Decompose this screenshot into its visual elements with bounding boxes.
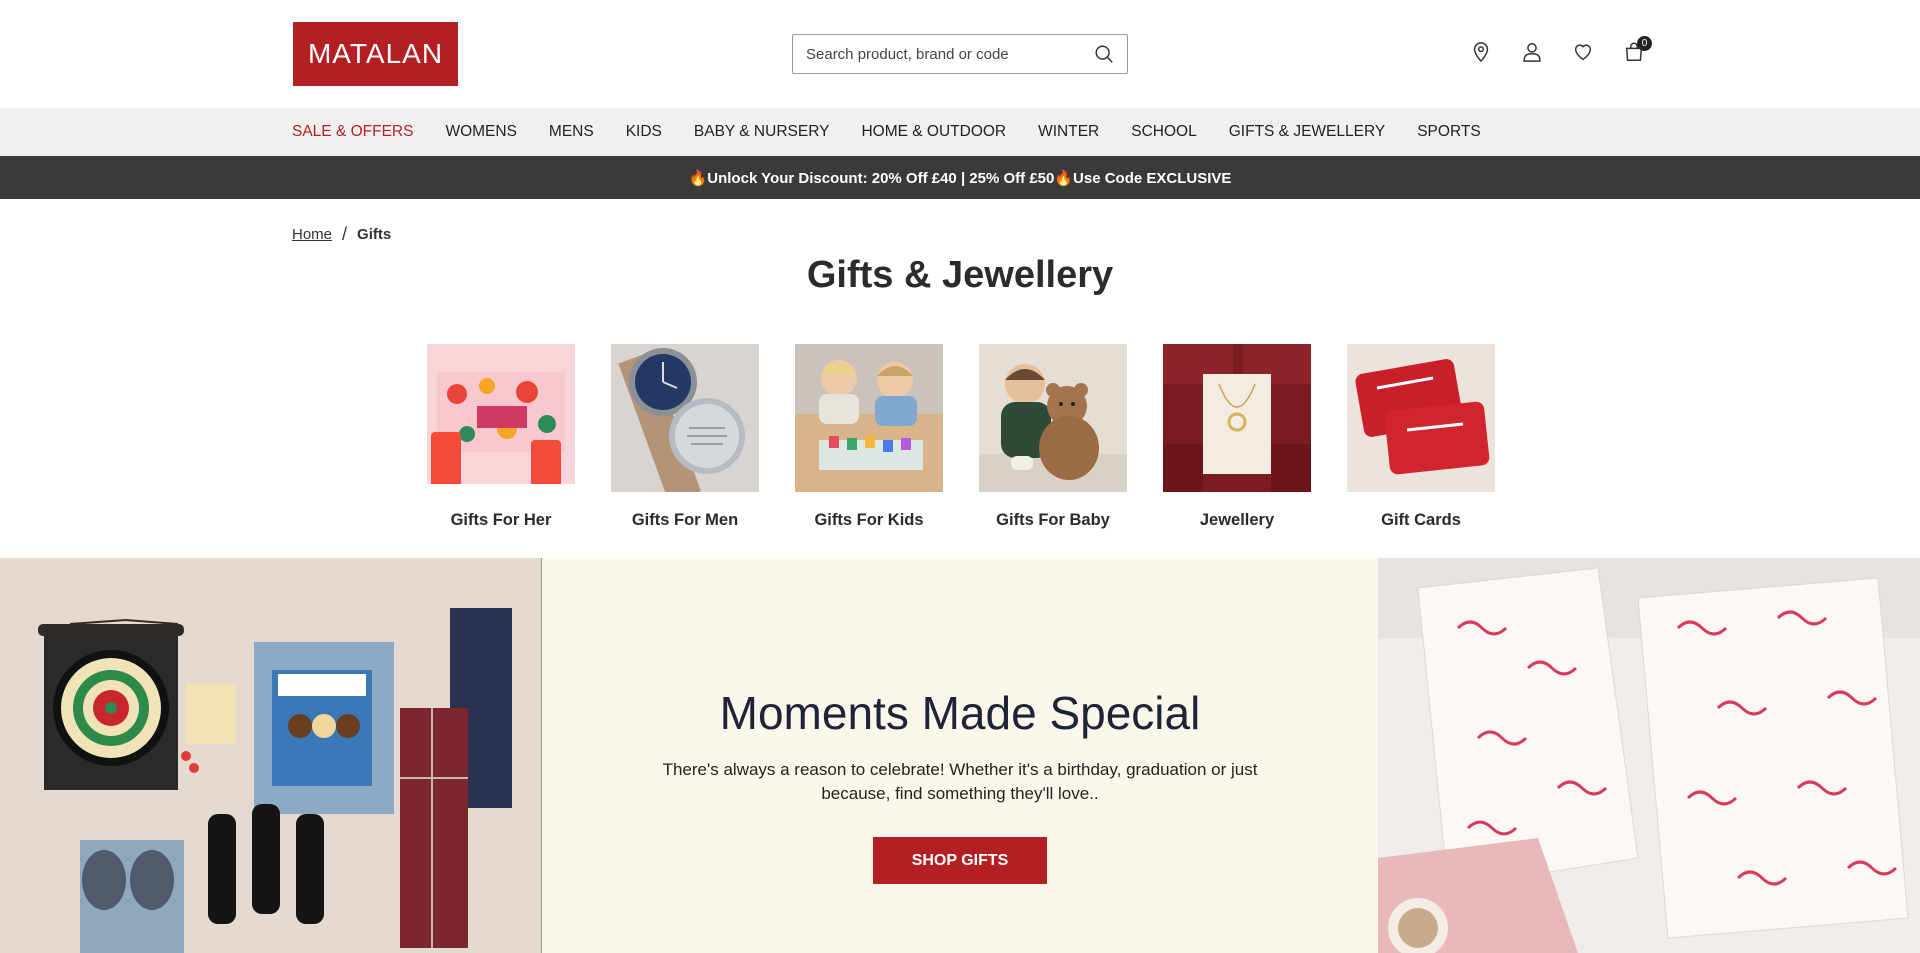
hero-banner: Moments Made Special There's always a re…: [0, 558, 1920, 953]
search-icon[interactable]: [1093, 43, 1115, 65]
category-tiles: Gifts For Her Gifts For Men Gifts For Ki…: [427, 344, 1495, 530]
category-label[interactable]: Gift Cards: [1381, 511, 1461, 530]
category-gifts-for-kids[interactable]: Gifts For Kids: [795, 344, 943, 530]
store-locator-icon[interactable]: [1470, 40, 1492, 64]
nav-item-gifts-jewellery[interactable]: GIFTS & JEWELLERY: [1229, 123, 1385, 141]
nav-item-womens[interactable]: WOMENS: [445, 123, 516, 141]
page-title: Gifts & Jewellery: [806, 254, 1114, 296]
category-gifts-for-baby[interactable]: Gifts For Baby: [979, 344, 1127, 530]
nav-item-winter[interactable]: WINTER: [1038, 123, 1099, 141]
search-box[interactable]: Search product, brand or code: [792, 34, 1128, 74]
hero-description: There's always a reason to celebrate! Wh…: [662, 760, 1258, 803]
jewellery-image[interactable]: [1163, 344, 1311, 492]
nav-item-home-outdoor[interactable]: HOME & OUTDOOR: [861, 123, 1006, 141]
category-label[interactable]: Jewellery: [1200, 511, 1274, 530]
breadcrumb-home-link[interactable]: Home: [292, 226, 332, 243]
category-label[interactable]: Gifts For Her: [451, 511, 552, 530]
gifts-for-men-image[interactable]: [611, 344, 759, 492]
hero-title: Moments Made Special: [719, 687, 1201, 739]
nav-item-mens[interactable]: MENS: [549, 123, 594, 141]
nav-item-baby-nursery[interactable]: BABY & NURSERY: [694, 123, 830, 141]
breadcrumb: Home / Gifts: [292, 224, 391, 245]
wishlist-heart-icon[interactable]: [1572, 40, 1594, 64]
category-label[interactable]: Gifts For Baby: [996, 511, 1110, 530]
gifts-for-baby-image[interactable]: [979, 344, 1127, 492]
gift-cards-image[interactable]: [1347, 344, 1495, 492]
breadcrumb-current: Gifts: [357, 226, 392, 243]
bag-button[interactable]: 0: [1623, 36, 1652, 64]
gifts-for-kids-image[interactable]: [795, 344, 943, 492]
category-label[interactable]: Gifts For Men: [632, 511, 738, 530]
nav-item-school[interactable]: SCHOOL: [1131, 123, 1196, 141]
header-icons: 0: [1470, 36, 1652, 64]
category-label[interactable]: Gifts For Kids: [814, 511, 923, 530]
account-icon[interactable]: [1521, 40, 1543, 64]
shop-gifts-button[interactable]: SHOP GIFTS: [873, 837, 1047, 884]
nav-item-sports[interactable]: SPORTS: [1417, 123, 1480, 141]
hero-right-image[interactable]: [1378, 558, 1920, 953]
site-header: MATALAN Search product, brand or code 0: [0, 0, 1920, 108]
promo-banner[interactable]: 🔥Unlock Your Discount: 20% Off £40 | 25%…: [0, 156, 1920, 199]
hero-content: Moments Made Special There's always a re…: [542, 558, 1378, 953]
category-jewellery[interactable]: Jewellery: [1163, 344, 1311, 530]
promo-text: 🔥Unlock Your Discount: 20% Off £40 | 25%…: [688, 169, 1232, 187]
gifts-for-her-image[interactable]: [427, 344, 575, 492]
bag-count-badge: 0: [1637, 36, 1652, 51]
main-nav: SALE & OFFERS WOMENS MENS KIDS BABY & NU…: [0, 108, 1920, 156]
category-gifts-for-her[interactable]: Gifts For Her: [427, 344, 575, 530]
hero-left-image[interactable]: [0, 558, 542, 953]
breadcrumb-separator: /: [342, 224, 348, 244]
category-gifts-for-men[interactable]: Gifts For Men: [611, 344, 759, 530]
nav-item-kids[interactable]: KIDS: [626, 123, 662, 141]
nav-item-sale-offers[interactable]: SALE & OFFERS: [292, 123, 413, 141]
search-input[interactable]: Search product, brand or code: [806, 46, 1093, 63]
matalan-logo[interactable]: MATALAN: [293, 22, 458, 86]
category-gift-cards[interactable]: Gift Cards: [1347, 344, 1495, 530]
